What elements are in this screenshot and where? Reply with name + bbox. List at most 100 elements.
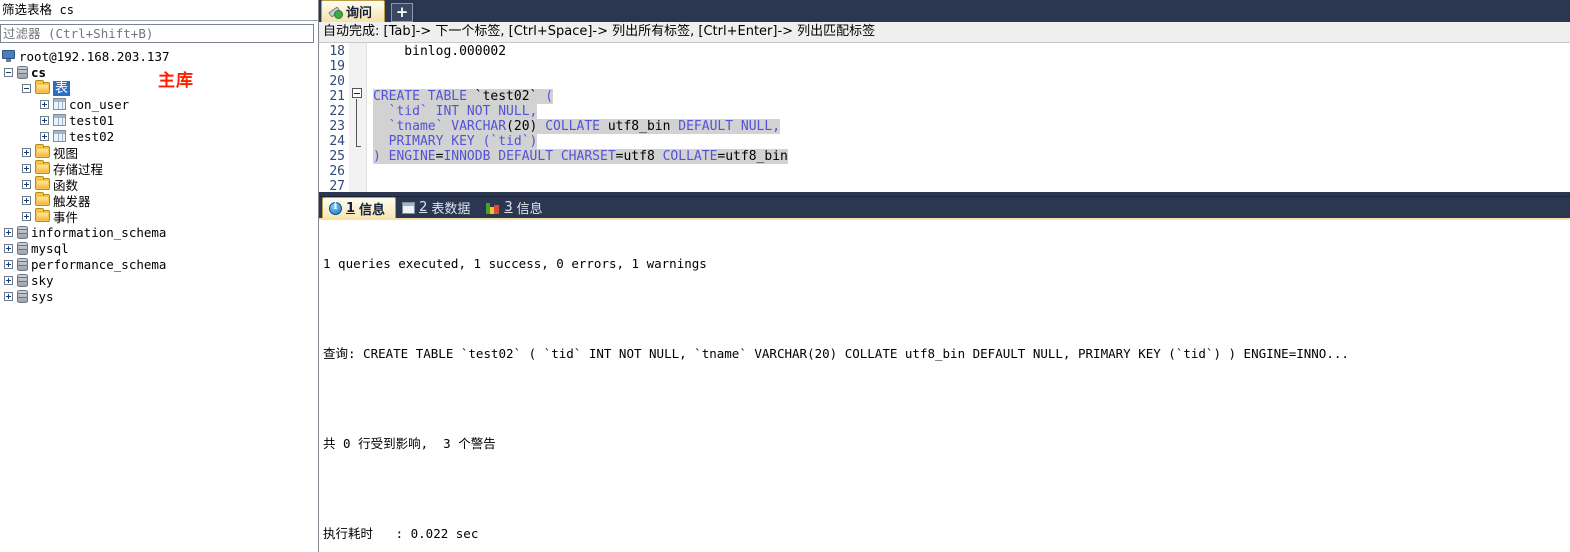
expand-toggle-icon[interactable] [4, 275, 13, 285]
output-blank-line [323, 301, 1570, 316]
line-number: 19 [329, 59, 345, 74]
annotation-primary-db: 主库 [158, 71, 194, 91]
table-icon [53, 98, 66, 110]
code-line: CREATE TABLE `test02` ( [373, 89, 554, 104]
query-tabstrip: 询问 + [319, 0, 1570, 22]
output-line: 查询: CREATE TABLE `test02` ( `tid` INT NO… [323, 346, 1349, 361]
expand-toggle-icon[interactable] [40, 115, 49, 125]
tree-node-folder-events[interactable]: 事件 [0, 208, 318, 225]
code-fold-column[interactable] [349, 43, 367, 192]
panel-header-label: 筛选表格 [2, 2, 53, 17]
tab-result-number: 1 [346, 200, 356, 216]
tab-result-label: 表数据 [431, 202, 471, 217]
database-icon [17, 225, 28, 239]
results-output[interactable]: 1 queries executed, 1 success, 0 errors,… [319, 218, 1570, 552]
expand-toggle-icon[interactable] [4, 243, 13, 253]
tree-node-db-mysql[interactable]: mysql [0, 240, 318, 256]
line-number: 21 [329, 89, 345, 104]
code-line: `tname` VARCHAR(20) COLLATE utf8_bin DEF… [373, 119, 781, 134]
navicat-window: 筛选表格 cs root@192.168.203.137 cs [0, 0, 1570, 552]
filter-row [0, 21, 318, 45]
tree-node-table-test01[interactable]: test01 [0, 112, 318, 128]
line-number: 22 [329, 104, 345, 119]
tree-node-folder-triggers[interactable]: 触发器 [0, 192, 318, 209]
tree-node-table-con-user[interactable]: con_user [0, 96, 318, 112]
line-number: 27 [329, 179, 345, 192]
tree-node-connection[interactable]: root@192.168.203.137 [0, 48, 318, 64]
line-number-gutter: 18 19 20 21 22 23 24 25 26 27 [319, 43, 349, 192]
collapse-toggle-icon[interactable] [22, 83, 31, 93]
tab-result-profile[interactable]: 3 信息 [480, 197, 552, 218]
tree-node-label: test01 [69, 112, 115, 128]
database-icon [17, 289, 28, 303]
expand-toggle-icon[interactable] [40, 131, 49, 141]
expand-toggle-icon[interactable] [22, 163, 31, 173]
panel-header: 筛选表格 cs [0, 0, 318, 21]
sql-code-area[interactable]: binlog.000002 CREATE TABLE `test02` ( `t… [367, 43, 1570, 192]
expand-toggle-icon[interactable] [4, 291, 13, 301]
object-browser-panel: 筛选表格 cs root@192.168.203.137 cs [0, 0, 319, 552]
tab-result-label: 信息 [516, 202, 543, 217]
line-number: 26 [329, 164, 345, 179]
tab-result-number: 3 [504, 200, 513, 215]
tree-node-label: 事件 [53, 209, 79, 225]
info-icon [329, 201, 342, 215]
folder-icon [35, 80, 50, 94]
table-icon [53, 130, 66, 142]
tree-node-folder-procedures[interactable]: 存储过程 [0, 160, 318, 177]
tree-node-folder-views[interactable]: 视图 [0, 144, 318, 161]
folder-icon [35, 176, 50, 190]
tab-query[interactable]: 询问 [321, 0, 386, 22]
tree-node-label: root@192.168.203.137 [19, 48, 170, 64]
query-editor-panel: 询问 + 自动完成: [Tab]-> 下一个标签, [Ctrl+Space]->… [319, 0, 1570, 552]
grid-icon [402, 201, 416, 214]
code-line: PRIMARY KEY (`tid`) [373, 134, 538, 149]
tree-node-db-performance-schema[interactable]: performance_schema [0, 256, 318, 272]
code-line: binlog.000002 [373, 44, 1570, 59]
add-tab-button[interactable]: + [391, 3, 414, 22]
line-number: 20 [329, 74, 345, 89]
line-number: 24 [329, 134, 345, 149]
collapse-toggle-icon[interactable] [4, 67, 13, 77]
output-line: 1 queries executed, 1 success, 0 errors,… [323, 256, 707, 271]
filter-input[interactable] [0, 24, 314, 43]
expand-toggle-icon[interactable] [22, 147, 31, 157]
autocomplete-hint-bar: 自动完成: [Tab]-> 下一个标签, [Ctrl+Space]-> 列出所有… [319, 22, 1570, 43]
expand-toggle-icon[interactable] [40, 99, 49, 109]
tab-result-table-data[interactable]: 2 表数据 [396, 197, 480, 218]
line-number: 18 [329, 44, 345, 59]
query-icon [329, 6, 343, 19]
expand-toggle-icon[interactable] [4, 227, 13, 237]
tree-node-folder-functions[interactable]: 函数 [0, 176, 318, 193]
output-blank-line [323, 481, 1570, 496]
results-panel: 1 信息 2 表数据 3 信息 1 queries executed, 1 su… [319, 196, 1570, 552]
results-tabstrip: 1 信息 2 表数据 3 信息 [319, 196, 1570, 218]
tree-node-label: test02 [69, 128, 115, 144]
tree-node-label: mysql [31, 240, 69, 256]
tree-node-db-sys[interactable]: sys [0, 288, 318, 304]
tab-result-info[interactable]: 1 信息 [322, 197, 397, 218]
tree-node-db-sky[interactable]: sky [0, 272, 318, 288]
chart-icon [486, 202, 500, 214]
database-icon [17, 241, 28, 255]
tree-node-db-information-schema[interactable]: information_schema [0, 224, 318, 240]
expand-toggle-icon[interactable] [22, 195, 31, 205]
database-icon [17, 273, 28, 287]
code-line-text: binlog.000002 [373, 44, 507, 59]
tree-node-label: sky [31, 272, 54, 288]
expand-toggle-icon[interactable] [4, 259, 13, 269]
sql-editor[interactable]: 18 19 20 21 22 23 24 25 26 27 binlog.000… [319, 43, 1570, 192]
folder-icon [35, 160, 50, 174]
code-line: ) ENGINE=INNODB DEFAULT CHARSET=utf8 COL… [373, 149, 788, 164]
tree-node-label: con_user [69, 96, 130, 112]
fold-range-line [356, 99, 361, 147]
tree-node-label: sys [31, 288, 54, 304]
expand-toggle-icon[interactable] [22, 179, 31, 189]
output-line: 共 0 行受到影响, 3 个警告 [323, 436, 496, 451]
fold-collapse-icon[interactable] [352, 88, 362, 98]
tree-node-table-test02[interactable]: test02 [0, 128, 318, 144]
expand-toggle-icon[interactable] [22, 211, 31, 221]
